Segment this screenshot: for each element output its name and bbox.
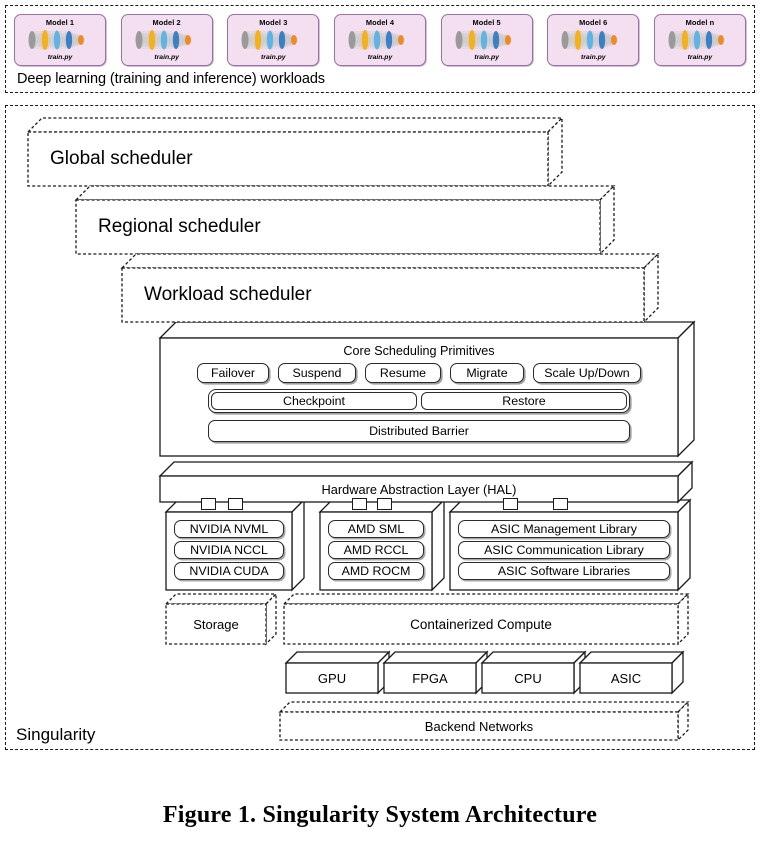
figure-root: Model 1 train.py Model 2 train.py Model 3 … xyxy=(0,0,760,847)
core-primitives-row-1: Failover Suspend Resume Migrate Scale Up/Dow… xyxy=(197,363,641,383)
singularity-label: Singularity xyxy=(16,725,96,744)
model-card-title: Model 1 xyxy=(45,18,75,27)
hardware-label: FPGA xyxy=(412,670,448,686)
model-card[interactable]: Model 2 train.py xyxy=(120,14,213,66)
vendor-box-nvidia: NVIDIA NVML NVIDIA NCCL NVIDIA CUDA xyxy=(164,498,308,594)
hal-connector-tab xyxy=(200,498,216,510)
model-card-title: Model 2 xyxy=(152,18,181,27)
vendor-library-list: ASIC Management Library ASIC Communicatio… xyxy=(458,520,670,580)
vendor-library-list: AMD SML AMD RCCL AMD ROCM xyxy=(328,520,424,580)
model-card-title: Model 3 xyxy=(259,18,288,27)
scheduler-label: Regional scheduler xyxy=(98,216,261,237)
vendor-library-item[interactable]: AMD SML xyxy=(328,520,424,538)
hardware-box-cpu[interactable]: CPU xyxy=(480,650,589,697)
model-card-script: train.py xyxy=(581,54,606,61)
neural-network-icon xyxy=(668,30,724,50)
hardware-box-gpu[interactable]: GPU xyxy=(284,650,393,697)
core-scheduling-primitives-box: Core Scheduling Primitives Failover Suspen… xyxy=(158,320,698,460)
hardware-label: CPU xyxy=(514,670,542,686)
neural-network-icon xyxy=(135,30,191,50)
model-card-title: Model 4 xyxy=(365,18,395,27)
scheduler-box-workload[interactable]: Workload scheduler xyxy=(120,252,662,326)
storage-box[interactable]: Storage xyxy=(164,592,280,648)
vendor-box-amd: AMD SML AMD RCCL AMD ROCM xyxy=(318,498,448,594)
vendor-library-item[interactable]: ASIC Communication Library xyxy=(458,541,670,559)
hal-connector-tab xyxy=(503,498,519,510)
model-card-script: train.py xyxy=(47,54,73,61)
scheduler-label: Workload scheduler xyxy=(144,284,312,305)
model-card-script: train.py xyxy=(687,54,713,61)
model-card-script: train.py xyxy=(474,54,499,61)
primitive-button[interactable]: Failover xyxy=(197,363,269,383)
model-card-script: train.py xyxy=(261,54,286,61)
hardware-box-asic[interactable]: ASIC xyxy=(578,650,687,697)
model-card-script: train.py xyxy=(154,54,179,61)
hardware-label: ASIC xyxy=(610,670,642,686)
scheduler-box-global[interactable]: Global scheduler xyxy=(26,116,566,190)
model-card-script: train.py xyxy=(367,54,393,61)
deep-learning-workloads-container: Model 1 train.py Model 2 train.py Model 3 … xyxy=(5,5,755,93)
model-card[interactable]: Model n train.py xyxy=(653,14,746,66)
model-card[interactable]: Model 1 train.py xyxy=(14,14,106,66)
figure-caption: Figure 1. Singularity System Architectur… xyxy=(162,802,598,828)
vendor-library-item[interactable]: ASIC Software Libraries xyxy=(458,562,670,580)
vendor-library-item[interactable]: NVIDIA CUDA xyxy=(174,562,284,580)
containerized-compute-label: Containerized Compute xyxy=(410,616,552,632)
model-card[interactable]: Model 6 train.py xyxy=(547,14,640,66)
primitive-button[interactable]: Resume xyxy=(365,363,441,383)
neural-network-icon xyxy=(455,30,511,50)
hal-connector-tab xyxy=(376,498,392,510)
model-card-title: Model 6 xyxy=(579,18,608,27)
workloads-caption: Deep learning (training and inference) w… xyxy=(17,71,325,87)
hardware-label: GPU xyxy=(317,670,347,686)
neural-network-icon xyxy=(28,30,84,50)
primitive-button[interactable]: Scale Up/Down xyxy=(533,363,641,383)
hal-connector-tab xyxy=(352,498,368,510)
vendor-library-item[interactable]: NVIDIA NCCL xyxy=(174,541,284,559)
containerized-compute-box[interactable]: Containerized Compute xyxy=(282,592,692,648)
vendor-library-list: NVIDIA NVML NVIDIA NCCL NVIDIA CUDA xyxy=(174,520,284,580)
hal-connector-tab xyxy=(553,498,569,510)
neural-network-icon xyxy=(348,30,404,50)
vendor-library-item[interactable]: ASIC Management Library xyxy=(458,520,670,538)
primitive-button[interactable]: Suspend xyxy=(278,363,356,383)
vendor-box-asic: ASIC Management Library ASIC Communicatio… xyxy=(448,498,694,594)
primitive-button[interactable]: Migrate xyxy=(450,363,524,383)
checkpoint-restore-group: Checkpoint Restore xyxy=(208,389,630,413)
model-card[interactable]: Model 5 train.py xyxy=(440,14,533,66)
hal-connector-tab xyxy=(228,498,244,510)
storage-label: Storage xyxy=(193,616,239,632)
primitive-button[interactable]: Checkpoint xyxy=(211,392,417,410)
vendor-library-item[interactable]: AMD RCCL xyxy=(328,541,424,559)
backend-networks-label: Backend Networks xyxy=(424,718,534,734)
model-card-title: Model n xyxy=(685,18,715,27)
backend-networks-box[interactable]: Backend Networks xyxy=(278,700,692,744)
vendor-library-item[interactable]: NVIDIA NVML xyxy=(174,520,284,538)
neural-network-icon xyxy=(561,30,618,50)
model-card-title: Model 5 xyxy=(472,18,501,27)
neural-network-icon xyxy=(241,30,298,50)
scheduler-label: Global scheduler xyxy=(50,148,193,169)
primitive-button[interactable]: Restore xyxy=(421,392,627,410)
hardware-box-fpga[interactable]: FPGA xyxy=(382,650,491,697)
model-card[interactable]: Model 3 train.py xyxy=(227,14,320,66)
core-primitives-title: Core Scheduling Primitives xyxy=(343,344,495,358)
model-cards-row: Model 1 train.py Model 2 train.py Model 3 … xyxy=(14,14,746,69)
vendor-library-item[interactable]: AMD ROCM xyxy=(328,562,424,580)
scheduler-box-regional[interactable]: Regional scheduler xyxy=(74,184,618,258)
model-card[interactable]: Model 4 train.py xyxy=(333,14,426,66)
primitive-button[interactable]: Distributed Barrier xyxy=(208,420,630,442)
